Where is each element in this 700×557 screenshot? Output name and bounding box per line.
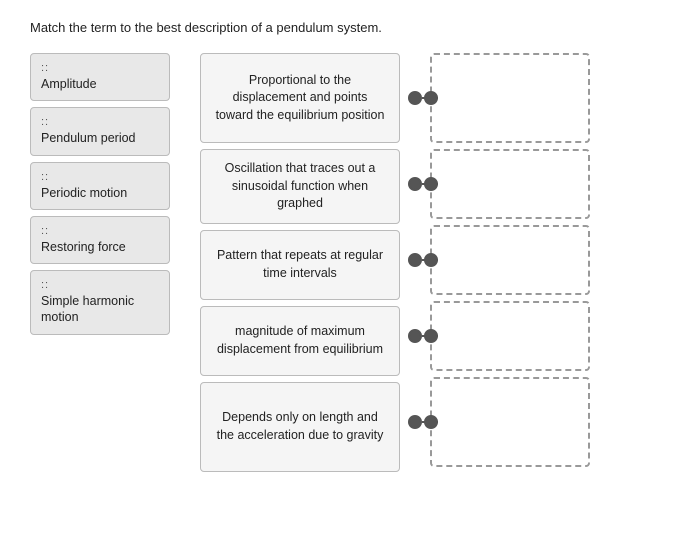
- term-label-periodic-motion: Periodic motion: [41, 185, 127, 201]
- connector-slot-1: [408, 53, 422, 143]
- drag-icon-restoring-force: ::: [41, 225, 49, 237]
- term-label-simple-harmonic-motion: Simple harmonic motion: [41, 293, 159, 326]
- drop-zone-dot-5: [424, 415, 438, 429]
- term-card-simple-harmonic-motion[interactable]: :: Simple harmonic motion: [30, 270, 170, 335]
- connector-dot-4: [408, 329, 422, 343]
- connector-dot-2: [408, 177, 422, 191]
- desc-text-4: magnitude of maximum displacement from e…: [213, 323, 387, 358]
- desc-text-1: Proportional to the displacement and poi…: [213, 72, 387, 125]
- term-card-periodic-motion[interactable]: :: Periodic motion: [30, 162, 170, 210]
- drag-icon-amplitude: ::: [41, 62, 49, 74]
- connector-slot-5: [408, 377, 422, 467]
- dropzones-column: [430, 53, 590, 467]
- drop-zone-1[interactable]: [430, 53, 590, 143]
- connector-dot-3: [408, 253, 422, 267]
- match-container: :: Amplitude :: Pendulum period :: Perio…: [30, 53, 670, 472]
- drop-zone-5[interactable]: [430, 377, 590, 467]
- drop-zone-dot-2: [424, 177, 438, 191]
- term-card-restoring-force[interactable]: :: Restoring force: [30, 216, 170, 264]
- drop-zone-dot-1: [424, 91, 438, 105]
- term-label-amplitude: Amplitude: [41, 76, 97, 92]
- drag-icon-periodic-motion: ::: [41, 171, 49, 183]
- desc-card-2: Oscillation that traces out a sinusoidal…: [200, 149, 400, 224]
- drop-zone-dot-4: [424, 329, 438, 343]
- desc-card-3: Pattern that repeats at regular time int…: [200, 230, 400, 300]
- desc-card-5: Depends only on length and the accelerat…: [200, 382, 400, 472]
- desc-text-2: Oscillation that traces out a sinusoidal…: [213, 160, 387, 213]
- connector-slot-4: [408, 301, 422, 371]
- drag-icon-pendulum-period: ::: [41, 116, 49, 128]
- connector-slot-3: [408, 225, 422, 295]
- instruction-text: Match the term to the best description o…: [30, 20, 670, 35]
- desc-card-4: magnitude of maximum displacement from e…: [200, 306, 400, 376]
- drop-zone-3[interactable]: [430, 225, 590, 295]
- term-card-amplitude[interactable]: :: Amplitude: [30, 53, 170, 101]
- drop-zone-4[interactable]: [430, 301, 590, 371]
- connector-dot-1: [408, 91, 422, 105]
- terms-column: :: Amplitude :: Pendulum period :: Perio…: [30, 53, 170, 335]
- desc-card-1: Proportional to the displacement and poi…: [200, 53, 400, 143]
- drop-zone-2[interactable]: [430, 149, 590, 219]
- term-card-pendulum-period[interactable]: :: Pendulum period: [30, 107, 170, 155]
- drop-zone-dot-3: [424, 253, 438, 267]
- term-label-restoring-force: Restoring force: [41, 239, 126, 255]
- desc-text-5: Depends only on length and the accelerat…: [213, 409, 387, 444]
- drag-icon-simple-harmonic-motion: ::: [41, 279, 49, 291]
- connector-dot-5: [408, 415, 422, 429]
- descriptions-column: Proportional to the displacement and poi…: [200, 53, 400, 472]
- term-label-pendulum-period: Pendulum period: [41, 130, 136, 146]
- connector-slot-2: [408, 149, 422, 219]
- desc-text-3: Pattern that repeats at regular time int…: [213, 247, 387, 282]
